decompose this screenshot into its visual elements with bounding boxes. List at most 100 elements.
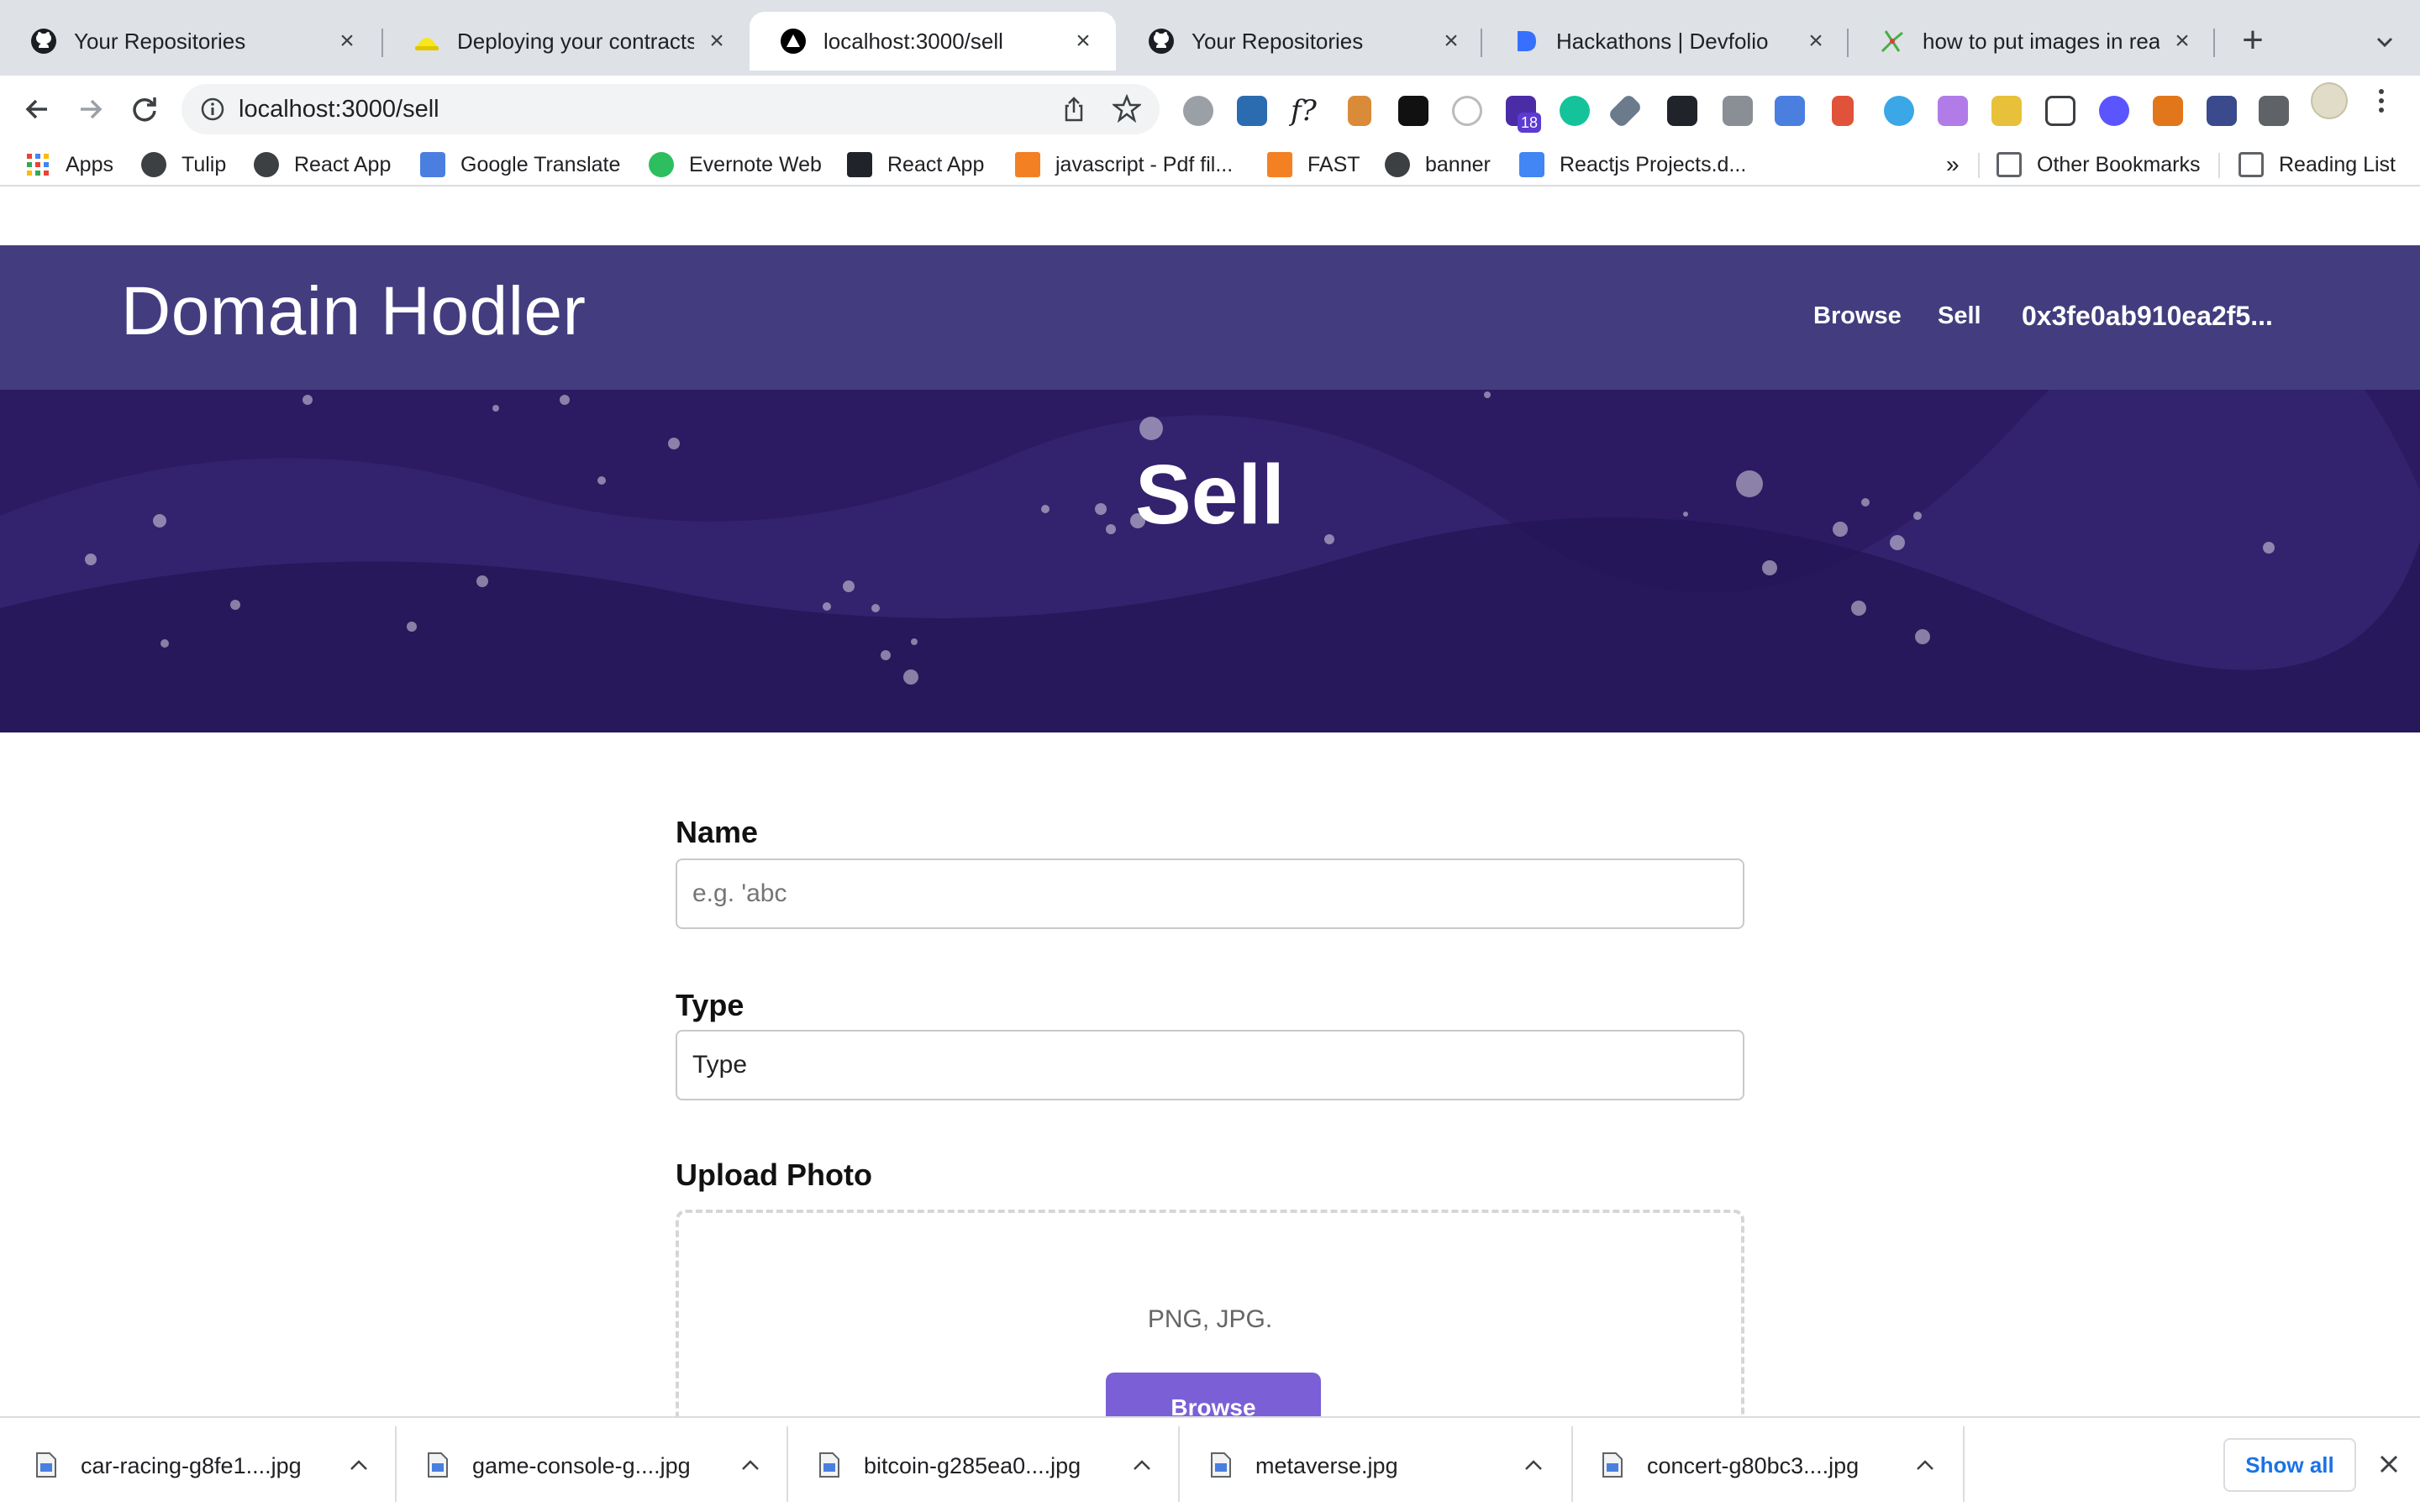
chevron-up-icon[interactable] xyxy=(739,1457,761,1473)
download-item[interactable]: metaverse.jpg xyxy=(1175,1418,1568,1512)
tab-your-repositories-2[interactable]: Your Repositories × xyxy=(1118,12,1484,71)
new-tab-button[interactable]: + xyxy=(2235,22,2270,59)
other-bookmarks-label: Other Bookmarks xyxy=(2037,152,2201,176)
tab-localhost-sell[interactable]: localhost:3000/sell × xyxy=(750,12,1116,71)
star-icon[interactable] xyxy=(1113,94,1141,123)
globe-extension-icon[interactable] xyxy=(1183,96,1213,126)
reload-button[interactable] xyxy=(124,89,165,129)
download-filename: bitcoin-g285ea0....jpg xyxy=(864,1453,1081,1478)
chevron-down-icon xyxy=(2376,37,2393,48)
docs-icon xyxy=(1519,152,1544,177)
chevron-up-icon[interactable] xyxy=(1523,1457,1544,1473)
bookmark-reactjs-projects[interactable]: Reactjs Projects.d... xyxy=(1519,148,1746,181)
close-icon[interactable]: × xyxy=(1803,29,1828,54)
download-item[interactable]: bitcoin-g285ea0....jpg xyxy=(783,1418,1176,1512)
tab-deploying-contracts[interactable]: Deploying your contracts | Hardhat × xyxy=(383,12,750,71)
react-devtools-icon[interactable] xyxy=(1667,96,1697,126)
tab-title: Hackathons | Devfolio xyxy=(1556,28,1769,54)
close-icon[interactable]: × xyxy=(1071,29,1096,54)
profile-avatar[interactable] xyxy=(2311,82,2348,119)
wallet-address[interactable]: 0x3fe0ab910ea2f5... xyxy=(2022,301,2273,332)
upload-photo-label: Upload Photo xyxy=(676,1158,872,1192)
tab-separator xyxy=(2213,29,2215,57)
circle-extension-icon[interactable] xyxy=(1452,96,1482,126)
feather-icon[interactable] xyxy=(1938,96,1968,126)
close-icon[interactable]: × xyxy=(2170,29,2195,54)
nav-link-sell[interactable]: Sell xyxy=(1938,302,1981,330)
browse-button[interactable]: Browse xyxy=(1106,1373,1321,1417)
kebab-menu-icon[interactable] xyxy=(2373,87,2390,114)
hero-background xyxy=(0,390,2420,732)
bookmark-javascript-pdf[interactable]: javascript - Pdf fil... xyxy=(1015,148,1233,181)
web3-extension-icon[interactable] xyxy=(2207,96,2237,126)
name-label: Name xyxy=(676,815,759,849)
file-icon xyxy=(819,1452,839,1478)
photo-dropzone[interactable]: PNG, JPG. Browse xyxy=(676,1210,1744,1417)
chevron-up-icon[interactable] xyxy=(348,1457,370,1473)
url-text[interactable]: localhost:3000/sell xyxy=(239,96,439,123)
lighthouse-icon[interactable] xyxy=(1832,96,1854,126)
nav-link-browse[interactable]: Browse xyxy=(1813,302,1902,330)
camera-icon[interactable] xyxy=(1723,96,1753,126)
function-extension-icon[interactable]: f? xyxy=(1291,96,1321,126)
puzzle-icon[interactable] xyxy=(2259,96,2289,126)
metamask-icon[interactable] xyxy=(2153,96,2183,126)
triangle-icon xyxy=(780,28,807,55)
eyedropper-icon[interactable] xyxy=(1607,92,1644,129)
share-icon[interactable] xyxy=(1060,96,1087,123)
download-separator xyxy=(1963,1426,1965,1502)
bookmark-apps[interactable]: Apps xyxy=(25,148,113,181)
show-all-downloads-button[interactable]: Show all xyxy=(2223,1438,2356,1492)
stackoverflow-icon xyxy=(1015,152,1040,177)
reading-list[interactable]: Reading List xyxy=(2238,148,2396,181)
grammarly-icon[interactable] xyxy=(1560,96,1590,126)
site-brand[interactable]: Domain Hodler xyxy=(121,272,586,351)
bookmark-fast[interactable]: FAST xyxy=(1267,148,1360,181)
bookmark-label: Apps xyxy=(66,152,113,176)
download-item[interactable]: game-console-g....jpg xyxy=(392,1418,785,1512)
reload-icon xyxy=(133,97,156,122)
wave-extension-icon[interactable] xyxy=(1884,96,1914,126)
bookmarks-overflow-button[interactable]: » xyxy=(1946,148,1960,181)
hammer-extension-icon[interactable] xyxy=(1348,96,1371,126)
download-item[interactable]: car-racing-g8fe1....jpg xyxy=(0,1418,393,1512)
info-icon[interactable] xyxy=(200,97,225,122)
s-extension-icon[interactable] xyxy=(1237,96,1267,126)
tab-strip: Your Repositories × Deploying your contr… xyxy=(0,0,2420,76)
tab-devfolio[interactable]: Hackathons | Devfolio × xyxy=(1482,12,1849,71)
bookmark-evernote[interactable]: Evernote Web xyxy=(649,148,822,181)
close-icon[interactable]: × xyxy=(334,29,360,54)
tab-your-repositories[interactable]: Your Repositories × xyxy=(0,12,380,71)
translate-extension-icon[interactable] xyxy=(1775,96,1805,126)
x-extension-icon[interactable] xyxy=(1398,96,1428,126)
address-bar[interactable]: localhost:3000/sell xyxy=(182,84,1160,134)
chevron-up-icon[interactable] xyxy=(1914,1457,1936,1473)
bookmark-react-app[interactable]: React App xyxy=(254,148,391,181)
extension-badge: 18 xyxy=(1518,113,1541,133)
other-bookmarks[interactable]: Other Bookmarks xyxy=(1996,148,2201,181)
tab-search-button[interactable] xyxy=(2368,25,2402,59)
forward-button[interactable] xyxy=(71,89,111,129)
snowflake-icon[interactable] xyxy=(2099,96,2129,126)
bookmark-tulip[interactable]: Tulip xyxy=(141,148,226,181)
type-input[interactable]: Type xyxy=(676,1030,1744,1100)
tab-title: Your Repositories xyxy=(74,28,246,54)
chevron-up-icon[interactable] xyxy=(1131,1457,1153,1473)
bookmark-react-app-2[interactable]: React App xyxy=(847,148,984,181)
browser-toolbar: localhost:3000/sell f? 18 xyxy=(0,76,2420,143)
close-icon[interactable]: × xyxy=(704,29,729,54)
bookmark-label: Tulip xyxy=(182,152,227,176)
back-button[interactable] xyxy=(17,89,57,129)
github-icon xyxy=(30,28,57,55)
close-icon[interactable] xyxy=(2376,1452,2402,1477)
file-icon xyxy=(428,1452,448,1478)
evernote-icon xyxy=(649,152,674,177)
download-item[interactable]: concert-g80bc3....jpg xyxy=(1566,1418,1960,1512)
bookmark-google-translate[interactable]: Google Translate xyxy=(420,148,620,181)
name-input[interactable] xyxy=(676,858,1744,929)
edit-icon[interactable] xyxy=(2045,96,2075,126)
broom-icon[interactable] xyxy=(1991,96,2022,126)
tab-readme-images[interactable]: how to put images in readme × xyxy=(1849,12,2215,71)
bookmark-banner[interactable]: banner xyxy=(1385,148,1491,181)
close-icon[interactable]: × xyxy=(1439,29,1464,54)
